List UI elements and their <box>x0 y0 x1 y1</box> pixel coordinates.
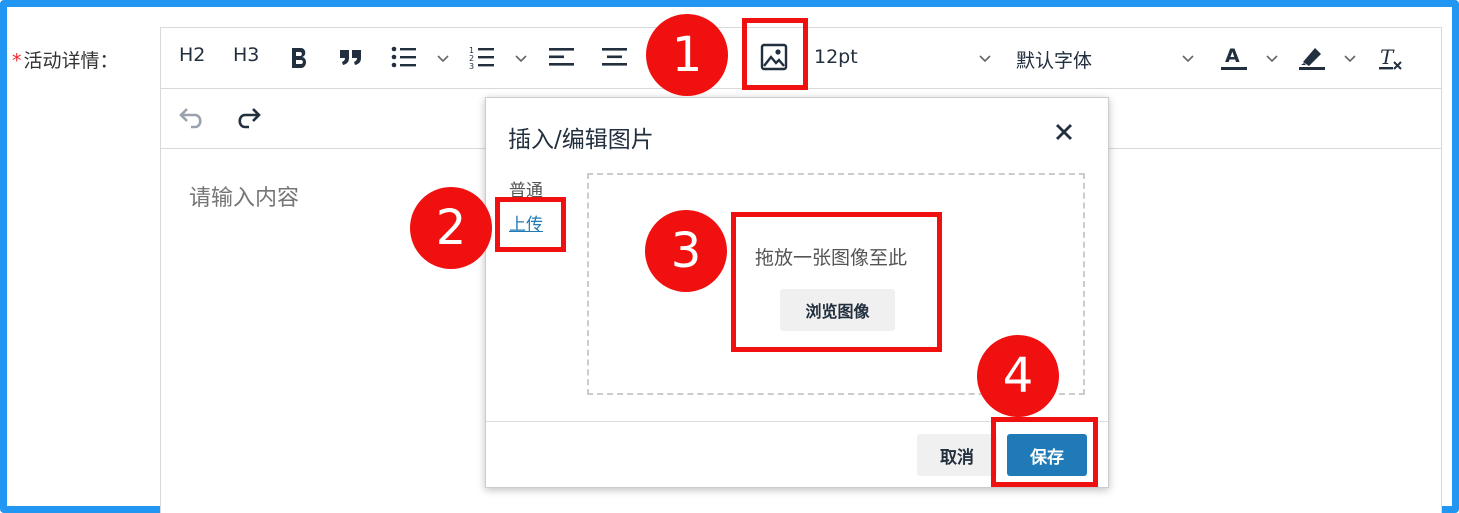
cancel-button[interactable]: 取消 <box>917 434 997 476</box>
dialog-title: 插入/编辑图片 <box>508 127 654 153</box>
numbered-list-icon[interactable]: 123 <box>469 45 495 69</box>
blockquote-icon[interactable] <box>339 47 363 67</box>
chevron-down-icon[interactable] <box>1266 53 1278 65</box>
highlight-icon[interactable] <box>1297 44 1327 72</box>
svg-text:T: T <box>1380 45 1395 69</box>
chevron-down-icon[interactable] <box>1182 53 1194 65</box>
highlight-box-upload-tab <box>495 197 566 252</box>
align-center-icon[interactable] <box>602 47 628 67</box>
editor-placeholder[interactable]: 请输入内容 <box>189 180 299 212</box>
redo-icon[interactable] <box>233 105 263 131</box>
font-size-select[interactable]: 12pt <box>814 46 858 68</box>
highlight-box-save <box>991 417 1098 487</box>
step-badge-2: 2 <box>410 187 492 269</box>
chevron-down-icon[interactable] <box>1344 53 1356 65</box>
h3-button[interactable]: H3 <box>233 44 259 66</box>
h2-button[interactable]: H2 <box>179 44 205 66</box>
step-badge-4: 4 <box>977 335 1059 417</box>
chevron-down-icon[interactable] <box>515 53 527 65</box>
svg-text:A: A <box>1225 45 1240 67</box>
field-label-text: 活动详情： <box>23 50 119 72</box>
step-badge-1: 1 <box>646 14 728 96</box>
align-left-icon[interactable] <box>549 47 575 67</box>
undo-icon[interactable] <box>177 105 207 131</box>
font-family-select[interactable]: 默认字体 <box>1016 46 1092 73</box>
chevron-down-icon[interactable] <box>979 53 991 65</box>
text-color-icon[interactable]: A <box>1219 44 1249 72</box>
field-label: * 活动详情： <box>12 46 119 73</box>
highlight-box-image-button <box>742 18 808 90</box>
clear-format-icon[interactable]: T <box>1377 44 1405 72</box>
close-icon[interactable] <box>1052 120 1076 144</box>
bold-icon[interactable] <box>289 46 311 70</box>
svg-text:3: 3 <box>469 62 474 69</box>
chevron-down-icon[interactable] <box>437 53 449 65</box>
bullet-list-icon[interactable] <box>391 45 417 69</box>
required-mark: * <box>12 50 22 72</box>
highlight-box-dropzone <box>731 212 942 352</box>
step-badge-3: 3 <box>645 210 727 292</box>
